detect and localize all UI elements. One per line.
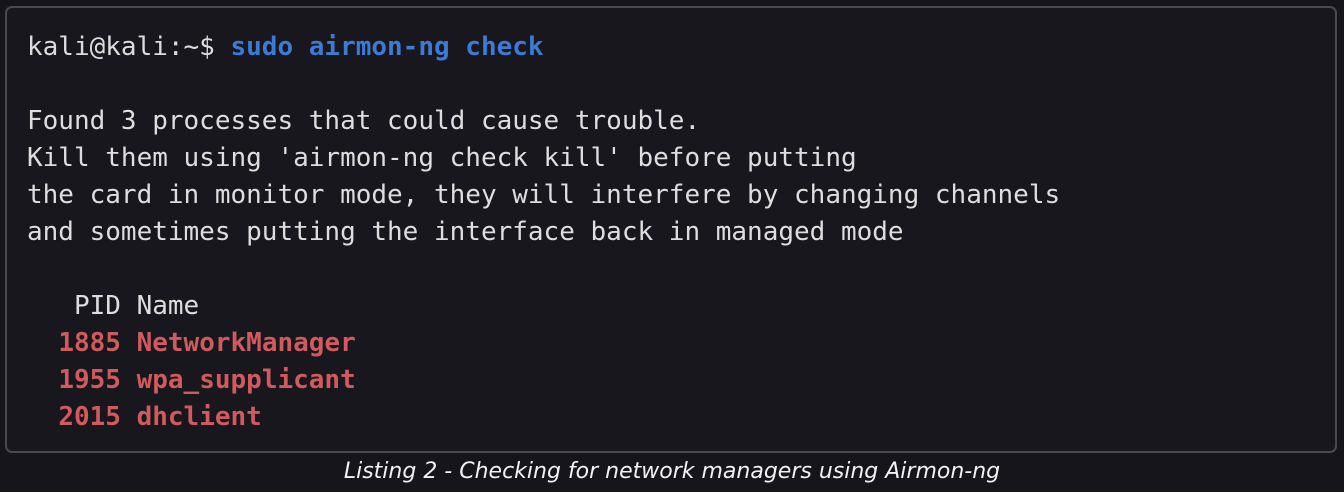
process-name: dhclient xyxy=(136,402,262,432)
process-row: 2015 dhclient xyxy=(27,399,1060,436)
process-name: wpa_supplicant xyxy=(136,365,356,395)
process-name: NetworkManager xyxy=(136,328,356,358)
output-line: Kill them using 'airmon-ng check kill' b… xyxy=(27,143,857,173)
process-pid: 2015 xyxy=(58,402,121,432)
output-line: and sometimes putting the interface back… xyxy=(27,217,904,247)
process-table-header: PID Name xyxy=(27,291,200,321)
prompt-line: kali@kali:~$ sudo airmon-ng check xyxy=(27,29,1060,66)
process-pid: 1955 xyxy=(58,365,121,395)
shell-prompt: kali@kali:~$ xyxy=(27,32,215,62)
output-line: the card in monitor mode, they will inte… xyxy=(27,180,1061,210)
process-row: 1885 NetworkManager xyxy=(27,325,1060,362)
listing-caption: Listing 2 - Checking for network manager… xyxy=(343,459,1001,484)
process-row: 1955 wpa_supplicant xyxy=(27,362,1060,399)
command-text: sudo airmon-ng check xyxy=(230,32,544,62)
terminal-window: kali@kali:~$ sudo airmon-ng check Found … xyxy=(5,6,1337,453)
output-line: Found 3 processes that could cause troub… xyxy=(27,106,701,136)
terminal-output: kali@kali:~$ sudo airmon-ng check Found … xyxy=(27,29,1060,436)
process-pid: 1885 xyxy=(58,328,121,358)
